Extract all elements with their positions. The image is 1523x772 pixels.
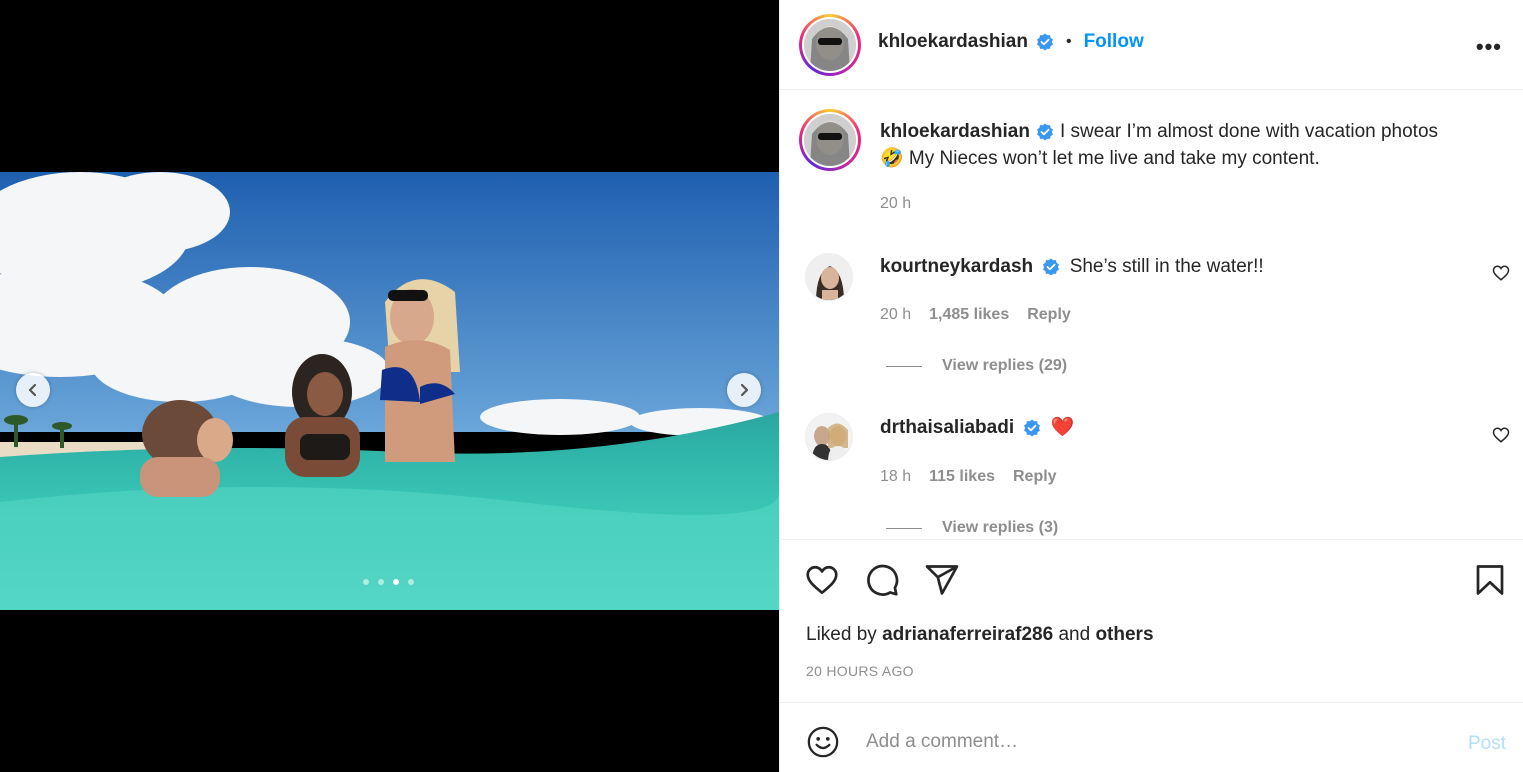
post-caption: khloekardashian I swear I’m almost done … [880,118,1500,172]
carousel-dot [408,579,414,585]
comment-likes[interactable]: 115 likes [929,468,995,486]
follow-button[interactable]: Follow [1084,31,1144,53]
caption-text-line1: I swear I’m almost done with vacation ph… [1059,121,1439,142]
commenter-avatar[interactable] [805,413,853,461]
comment-reply-button[interactable]: Reply [1027,306,1071,324]
commenter-avatar[interactable] [805,253,853,301]
beach-photo [0,172,779,610]
author-photo [804,19,856,71]
post-comment-button[interactable]: Post [1468,733,1506,755]
like-comment-heart-icon[interactable] [1492,426,1510,444]
liked-by-prefix: Liked by [806,624,877,645]
comment-2-meta: 18 h 115 likes Reply [880,468,1057,486]
comment-text: She’s still in the water!! [1069,256,1264,277]
like-comment-heart-icon[interactable] [1492,264,1510,282]
comment-time: 18 h [880,468,912,485]
comment-likes[interactable]: 1,485 likes [929,306,1009,324]
caption-text-line2: 🤣 My Nieces won’t let me live and take m… [880,148,1320,169]
carousel-dot [378,579,384,585]
share-icon[interactable] [924,562,960,598]
liked-by-others[interactable]: others [1095,624,1153,645]
chevron-left-icon [28,383,37,397]
replies-divider [886,527,922,529]
post-side-panel: khloekardashian • Follow ••• khloekardas… [779,0,1523,772]
commenter-photo [806,254,852,300]
comment-username[interactable]: kourtneykardash [880,256,1033,277]
liked-by-joiner: and [1058,624,1091,645]
comment-2: drthaisaliabadi ❤️ [880,415,1074,441]
comment-username[interactable]: drthaisaliabadi [880,417,1014,438]
chevron-right-icon [740,383,749,397]
caption-author-photo [804,114,856,166]
view-replies-button[interactable]: View replies (29) [886,357,1067,375]
media-pane [0,0,779,772]
liked-by: Liked by adrianaferreiraf286 and others [806,624,1154,646]
carousel-prev-button[interactable] [16,373,50,407]
bookmark-icon[interactable] [1472,562,1508,598]
caption-author-avatar[interactable] [799,109,861,171]
carousel-dot [363,579,369,585]
post-header: khloekardashian • Follow ••• [780,0,1523,90]
verified-icon [1036,33,1053,51]
add-comment-bar: Post [780,702,1523,772]
separator-dot: • [1065,33,1072,50]
liked-by-user[interactable]: adrianaferreiraf286 [882,624,1053,645]
emoji-icon[interactable] [806,725,840,759]
verified-icon [1024,419,1041,437]
comment-input[interactable] [866,727,1426,757]
comment-time: 20 h [880,306,912,323]
author-username[interactable]: khloekardashian [878,31,1028,53]
heart-icon[interactable] [804,562,840,598]
caption-timestamp: 20 h [880,195,912,212]
comment-1-meta: 20 h 1,485 likes Reply [880,306,1071,324]
verified-icon [1043,258,1060,276]
commenter-photo [806,414,852,460]
comment-1: kourtneykardash She’s still in the water… [880,254,1264,280]
view-replies-label: View replies (3) [942,519,1059,536]
carousel-next-button[interactable] [727,373,761,407]
caption-username[interactable]: khloekardashian [880,121,1030,142]
comment-icon[interactable] [864,562,900,598]
post-actions: Liked by adrianaferreiraf286 and others … [780,539,1523,702]
comments-section[interactable]: khloekardashian I swear I’m almost done … [780,91,1523,539]
post-timestamp[interactable]: 20 HOURS AGO [806,663,914,679]
carousel-dot [393,579,399,585]
comment-reply-button[interactable]: Reply [1013,468,1057,486]
verified-icon [1036,123,1053,141]
view-replies-button[interactable]: View replies (3) [886,519,1058,537]
author-avatar[interactable] [799,14,861,76]
replies-divider [886,365,922,367]
more-options-icon[interactable]: ••• [1476,34,1502,60]
comment-text: ❤️ [1050,417,1075,438]
view-replies-label: View replies (29) [942,357,1068,374]
carousel-dots [363,579,414,585]
post-photo[interactable] [0,172,779,610]
